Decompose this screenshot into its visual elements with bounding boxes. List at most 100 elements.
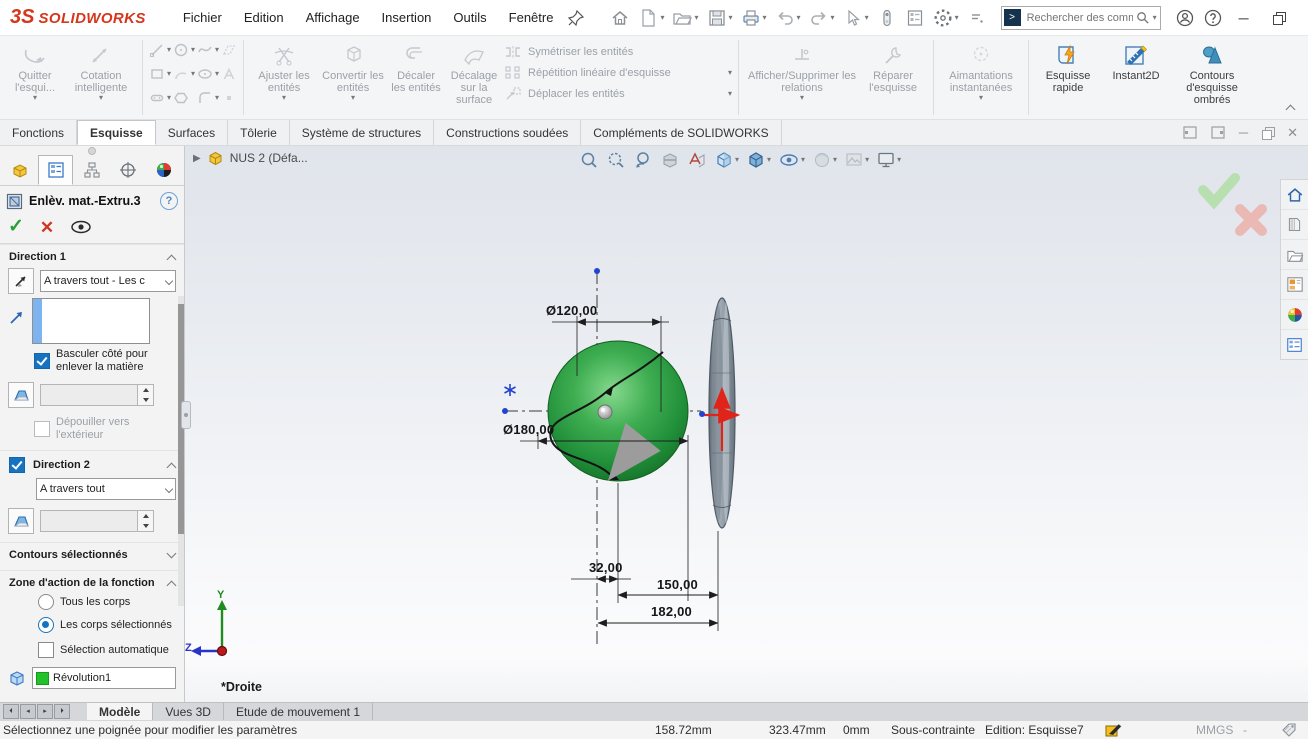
point-tool-button[interactable] [221, 90, 237, 106]
doc-close-button[interactable]: ✕ [1287, 125, 1298, 141]
trim-entities-button[interactable]: Ajuster les entités ▾ [250, 40, 318, 104]
sketch-point[interactable] [699, 411, 705, 417]
tab-property-manager[interactable] [38, 155, 74, 185]
task-pane-appearances-tab[interactable] [1281, 300, 1308, 330]
direction2-checkbox[interactable] [9, 457, 25, 473]
sketch-text-tool-button[interactable] [221, 66, 237, 82]
rapid-sketch-button[interactable]: Esquisse rapide [1035, 40, 1101, 96]
tab-tolerie[interactable]: Tôlerie [228, 120, 290, 145]
search-input[interactable] [1024, 10, 1135, 25]
select-tool-button[interactable]: ▾ [839, 5, 873, 31]
section-view-button[interactable] [658, 148, 682, 172]
shaded-sketch-contours-button[interactable]: Contours d'esquisse ombrés [1171, 40, 1253, 108]
window-restore-button[interactable] [1261, 6, 1296, 30]
expand-arrow-icon[interactable]: ▶ [193, 153, 201, 164]
settings-gear-button[interactable]: ▾ [929, 5, 963, 31]
arc-tool-button[interactable]: ▾ [173, 66, 195, 82]
reverse-direction-button[interactable] [8, 268, 34, 294]
last-tab-button[interactable]: ⏵ [54, 704, 70, 719]
spline-tool-button[interactable]: ▾ [197, 42, 219, 58]
direction1-end-condition-combo[interactable]: A travers tout - Les c [40, 270, 176, 292]
tag-icon[interactable] [1281, 722, 1298, 737]
origin-ball[interactable] [597, 404, 613, 420]
slot-tool-button[interactable]: ▾ [149, 90, 171, 106]
tab-surfaces[interactable]: Surfaces [156, 120, 229, 145]
ellipse-tool-button[interactable]: ▾ [197, 66, 219, 82]
print-button[interactable]: ▾ [737, 5, 771, 31]
direction2-draft-angle-spinner[interactable] [40, 510, 154, 532]
green-sphere-body[interactable] [547, 340, 689, 482]
next-tab-button[interactable]: ▸ [37, 704, 53, 719]
chevron-down-icon[interactable]: ▾ [1150, 13, 1160, 22]
account-button[interactable] [1171, 5, 1199, 31]
help-button[interactable] [1199, 5, 1227, 31]
confirm-ok-corner[interactable] [1198, 173, 1240, 210]
mirror-entities-button[interactable]: Symétriser les entités [504, 44, 732, 60]
tab-esquisse[interactable]: Esquisse [77, 120, 156, 145]
direction2-header[interactable]: Direction 2 [0, 454, 184, 476]
annotations-visibility-button[interactable] [685, 148, 709, 172]
zoom-to-fit-button[interactable] [577, 148, 601, 172]
tab-constructions-soudees[interactable]: Constructions soudées [434, 120, 582, 145]
tab-systeme-structures[interactable]: Système de structures [290, 120, 435, 145]
draft-button-2[interactable] [8, 508, 34, 534]
sketch-point[interactable] [594, 268, 600, 274]
view-settings-button[interactable]: ▾ [874, 148, 903, 172]
convert-entities-button[interactable]: Convertir les entités ▾ [318, 40, 388, 104]
panel-scrollbar[interactable] [178, 296, 184, 606]
all-bodies-radio[interactable] [38, 594, 54, 610]
feature-tree-flyout[interactable]: ▶ NUS 2 (Défa... [193, 150, 308, 166]
exit-sketch-button[interactable]: Quitter l'esqui... ▾ [4, 40, 66, 104]
menu-outils[interactable]: Outils [444, 6, 495, 29]
selected-bodies-radio[interactable] [38, 617, 54, 633]
zoom-to-area-button[interactable] [604, 148, 628, 172]
display-delete-relations-button[interactable]: Afficher/Supprimer les relations ▾ [745, 40, 859, 104]
preview-eye-button[interactable] [70, 220, 92, 234]
tab-display-manager[interactable] [147, 155, 182, 185]
units-selector[interactable]: MMGS [1196, 723, 1233, 737]
fillet-tool-button[interactable]: ▾ [197, 90, 219, 106]
smart-dimension-button[interactable]: Cotation intelligente ▾ [66, 40, 136, 104]
auto-select-checkbox[interactable] [38, 642, 54, 658]
help-icon[interactable]: ? [160, 192, 178, 210]
open-document-button[interactable]: ▾ [668, 5, 702, 31]
spinner-arrows[interactable] [137, 385, 153, 405]
window-minimize-button[interactable]: ─ [1227, 6, 1261, 30]
cancel-button[interactable]: ✕ [40, 219, 54, 236]
window-close-button[interactable]: ✕ [1296, 5, 1308, 30]
plane-tool-button[interactable] [221, 42, 237, 58]
move-entities-button[interactable]: Déplacer les entités ▾ [504, 86, 732, 102]
doc-minimize-button[interactable]: ─ [1239, 125, 1248, 140]
selection-filter-toggle[interactable] [873, 5, 901, 31]
ribbon-collapse-chevron-icon[interactable] [1285, 104, 1296, 115]
task-pane-resources-tab[interactable] [1281, 210, 1308, 240]
units-dropdown-dash[interactable]: - [1243, 723, 1247, 737]
tab-dimxpert[interactable] [111, 155, 146, 185]
direction1-draft-angle-spinner[interactable] [40, 384, 154, 406]
draft-outward-checkbox[interactable] [34, 421, 50, 437]
selected-contours-header[interactable]: Contours sélectionnés [0, 546, 184, 564]
apply-scene-button[interactable]: ▾ [842, 148, 871, 172]
dimension-150-label[interactable]: 150,00 [657, 577, 698, 592]
menu-edition[interactable]: Edition [235, 6, 293, 29]
collapse-left-pane-icon[interactable] [1183, 126, 1197, 139]
panel-grip[interactable] [0, 146, 184, 155]
menu-fenetre[interactable]: Fenêtre [500, 6, 563, 29]
tab-configuration-manager[interactable] [74, 155, 109, 185]
dimension-dia120-label[interactable]: Ø120,00 [546, 303, 597, 318]
task-pane-design-library-tab[interactable] [1281, 240, 1308, 270]
repair-sketch-button[interactable]: Réparer l'esquisse [859, 40, 927, 96]
home-button[interactable] [606, 5, 634, 31]
dimension-32-label[interactable]: 32,00 [589, 560, 623, 575]
pin-menu-icon[interactable] [562, 5, 590, 31]
polygon-tool-button[interactable] [173, 90, 195, 106]
hide-show-items-button[interactable]: ▾ [776, 148, 807, 172]
previous-view-button[interactable] [631, 148, 655, 172]
tab-vues-3d[interactable]: Vues 3D [153, 703, 224, 720]
collapse-right-pane-icon[interactable] [1211, 126, 1225, 139]
ok-button[interactable]: ✓ [8, 217, 24, 236]
task-pane-custom-properties-tab[interactable] [1281, 330, 1308, 359]
direction1-header[interactable]: Direction 1 [0, 248, 184, 266]
view-orientation-button[interactable]: ▾ [712, 148, 741, 172]
rectangle-tool-button[interactable]: ▾ [149, 66, 171, 82]
